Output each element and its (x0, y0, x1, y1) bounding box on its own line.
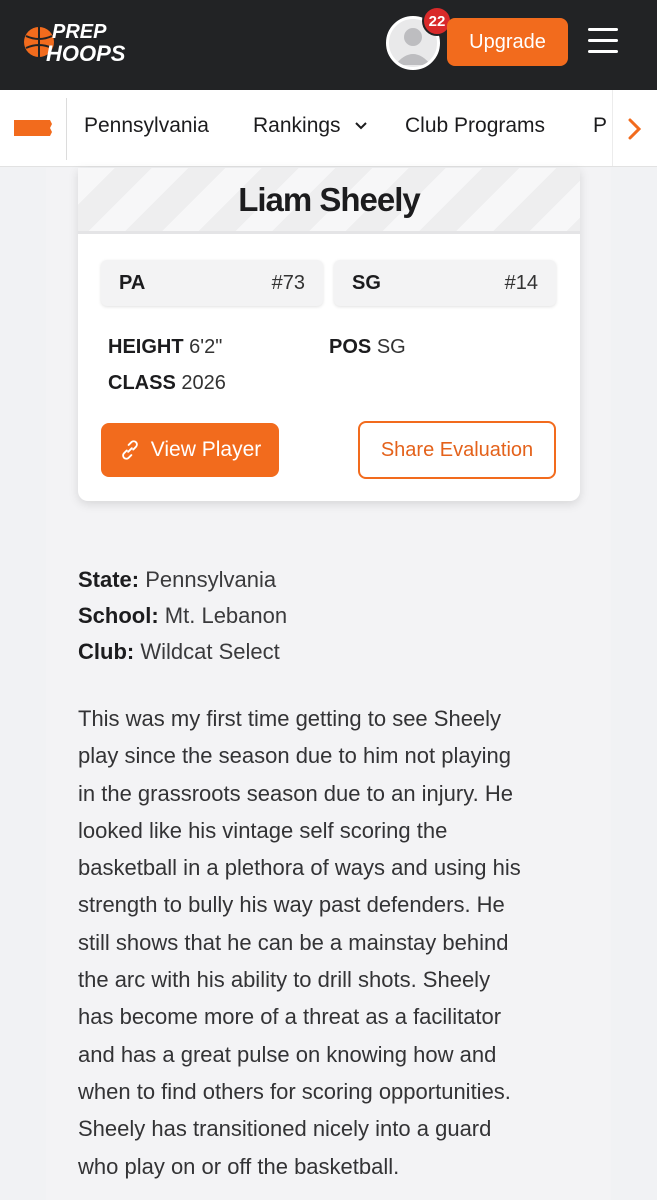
position-attribute: POS SG (329, 336, 406, 359)
position-rank-value: #14 (504, 272, 538, 294)
evaluation-line: who play on or off the basketball. (78, 1153, 400, 1179)
nav-item-rankings[interactable]: Rankings (253, 114, 368, 138)
school-detail: School: Mt. Lebanon (78, 603, 287, 629)
nav-divider (66, 98, 67, 160)
prep-hoops-logo[interactable]: PREP HOOPS (22, 16, 142, 68)
state-rank-value: #73 (271, 272, 305, 294)
player-name: Liam Sheely (238, 180, 421, 218)
state-rank-chip[interactable]: PA #73 (101, 260, 323, 306)
hamburger-menu-icon[interactable] (588, 28, 618, 56)
nav-item-pennsylvania[interactable]: Pennsylvania (84, 114, 209, 138)
club-detail-label: Club: (78, 639, 135, 664)
club-detail-value: Wildcat Select (140, 639, 280, 664)
link-icon (121, 440, 138, 460)
class-value: 2026 (181, 372, 226, 394)
player-card-header: Liam Sheely (78, 168, 580, 234)
evaluation-line: in the grassroots season due to an injur… (78, 780, 513, 806)
state-rank-label: PA (119, 272, 146, 294)
view-player-button[interactable]: View Player (101, 423, 279, 477)
evaluation-line: Sheely has transitioned nicely into a gu… (78, 1116, 492, 1142)
club-detail: Club: Wildcat Select (78, 639, 280, 665)
nav-scroll-right-button[interactable] (612, 90, 657, 166)
position-rank-chip[interactable]: SG #14 (334, 260, 556, 306)
state-detail: State: Pennsylvania (78, 567, 276, 593)
share-evaluation-button[interactable]: Share Evaluation (358, 421, 556, 479)
pennsylvania-state-icon[interactable] (12, 118, 54, 138)
pos-label: POS (329, 336, 372, 358)
evaluation-line: play since the season due to him not pla… (78, 743, 511, 769)
class-attribute: CLASS 2026 (108, 372, 226, 395)
chevron-down-icon (355, 122, 368, 130)
height-label: HEIGHT (108, 336, 184, 358)
school-detail-label: School: (78, 603, 159, 628)
evaluation-text: This was my first time getting to see Sh… (78, 700, 578, 1185)
evaluation-line: has become more of a threat as a facilit… (78, 1004, 502, 1030)
evaluation-line: basketball in a plethora of ways and usi… (78, 855, 521, 881)
height-attribute: HEIGHT 6'2" (108, 336, 222, 359)
chevron-right-icon (628, 118, 642, 139)
class-label: CLASS (108, 372, 176, 394)
nav-item-rankings-label: Rankings (253, 114, 341, 137)
user-avatar-button[interactable]: 22 (386, 6, 452, 72)
nav-item-truncated[interactable]: P (593, 114, 607, 138)
logo-text-prep: PREP (52, 21, 107, 43)
evaluation-line: the arc with his ability to drill shots.… (78, 967, 491, 993)
nav-item-club-programs[interactable]: Club Programs (405, 114, 545, 138)
state-detail-value: Pennsylvania (145, 567, 277, 592)
pos-value: SG (376, 336, 406, 358)
top-header: PREP HOOPS 22 Upgrade (0, 0, 657, 90)
upgrade-button[interactable]: Upgrade (447, 18, 568, 66)
position-rank-label: SG (352, 272, 381, 294)
player-card: Liam Sheely PA #73 SG #14 HEIGHT 6'2" PO… (78, 168, 580, 501)
evaluation-line: strength to bully his way past defenders… (78, 892, 505, 918)
evaluation-line: looked like his vintage self scoring the (78, 817, 448, 843)
view-player-label: View Player (150, 438, 262, 461)
evaluation-line: This was my first time getting to see Sh… (78, 706, 502, 731)
height-value: 6'2" (189, 336, 223, 358)
evaluation-line: when to find others for scoring opportun… (78, 1078, 511, 1104)
evaluation-line: still shows that he can be a mainstay be… (78, 929, 509, 955)
evaluation-line: and has a great pulse on knowing how and (78, 1041, 497, 1067)
state-detail-label: State: (78, 567, 140, 592)
logo-text-hoops: HOOPS (46, 41, 126, 66)
school-detail-value: Mt. Lebanon (164, 603, 288, 628)
state-nav-bar: Pennsylvania Rankings Club Programs P (0, 90, 657, 167)
